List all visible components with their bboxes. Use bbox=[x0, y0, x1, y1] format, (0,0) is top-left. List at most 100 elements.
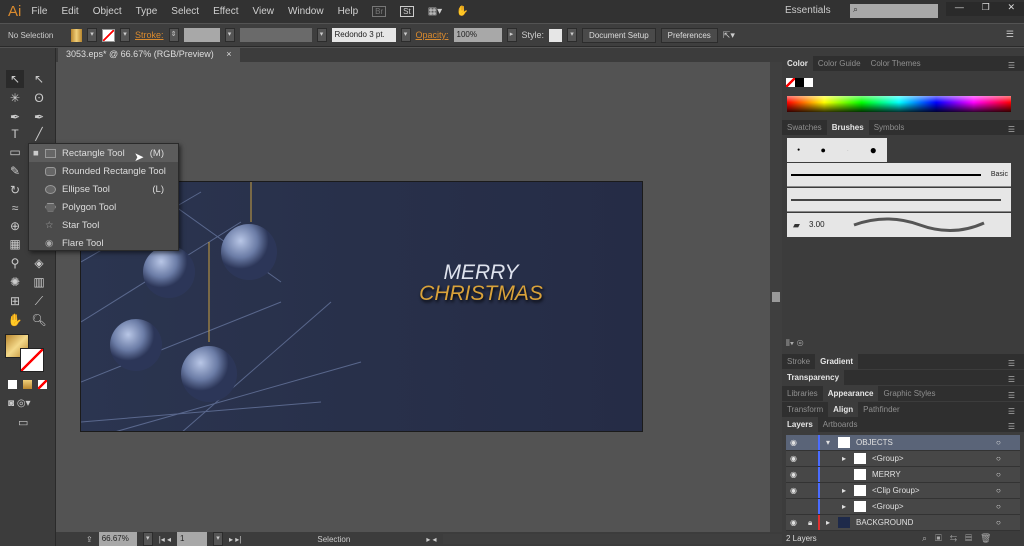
style-swatch[interactable] bbox=[549, 28, 563, 42]
variable-width-field[interactable] bbox=[239, 28, 312, 42]
target-circle-icon[interactable]: ○ bbox=[996, 438, 1001, 447]
target-circle-icon[interactable]: ○ bbox=[996, 470, 1001, 479]
menu-window[interactable]: Window bbox=[288, 6, 324, 17]
type-tool-icon[interactable]: T bbox=[6, 125, 24, 143]
target-circle-icon[interactable]: ○ bbox=[996, 486, 1001, 495]
gradient-mode-button[interactable] bbox=[23, 380, 32, 389]
target-circle-icon[interactable]: ○ bbox=[996, 502, 1001, 511]
restore-button[interactable]: ❐ bbox=[982, 2, 990, 16]
menu-view[interactable]: View bbox=[252, 6, 274, 17]
layer-row[interactable]: ◉ ▸ <Group> ○ bbox=[786, 451, 1020, 467]
pencil-icon[interactable]: ✎ bbox=[6, 162, 24, 180]
menu-select[interactable]: Select bbox=[171, 6, 199, 17]
zoom-field[interactable]: 66.67% bbox=[98, 532, 137, 546]
tab-libraries[interactable]: Libraries bbox=[782, 386, 823, 401]
last-artboard-button[interactable]: ▸ ▸| bbox=[229, 535, 241, 544]
graph-tool-icon[interactable]: ▥ bbox=[30, 273, 48, 291]
expand-toggle-icon[interactable]: ▸ bbox=[826, 518, 830, 527]
selection-tool-icon[interactable]: ↖ bbox=[6, 70, 24, 88]
visibility-eye-icon[interactable]: ◉ bbox=[790, 486, 797, 495]
visibility-eye-icon[interactable]: ◉ bbox=[790, 454, 797, 463]
tab-symbols[interactable]: Symbols bbox=[869, 120, 910, 135]
artboard-number-field[interactable]: 1 bbox=[177, 532, 208, 546]
direct-selection-tool-icon[interactable]: ↖ bbox=[30, 70, 48, 88]
lock-icon[interactable]: 🔒︎ bbox=[808, 518, 812, 528]
line-tool-icon[interactable]: ╱ bbox=[30, 125, 48, 143]
tab-layers[interactable]: Layers bbox=[782, 417, 818, 432]
tab-gradient[interactable]: Gradient bbox=[815, 354, 859, 369]
panel-menu-icon[interactable]: ☰ bbox=[1006, 29, 1014, 40]
layer-row[interactable]: ▸ <Group> ○ bbox=[786, 499, 1020, 515]
stock-icon[interactable]: St bbox=[400, 6, 414, 17]
flyout-rectangle-tool[interactable]: ■ Rectangle Tool (M) bbox=[29, 144, 178, 162]
perspective-grid-icon[interactable]: ▦ bbox=[6, 235, 24, 253]
vertical-scrollbar[interactable] bbox=[770, 62, 782, 532]
brush-charcoal[interactable] bbox=[787, 188, 1011, 212]
flyout-polygon-tool[interactable]: Polygon Tool bbox=[29, 198, 178, 216]
tab-color-guide[interactable]: Color Guide bbox=[813, 56, 866, 71]
tab-transparency[interactable]: Transparency bbox=[782, 370, 845, 385]
stroke-weight-field[interactable] bbox=[183, 28, 220, 42]
flyout-flare-tool[interactable]: ◉ Flare Tool bbox=[29, 234, 178, 252]
visibility-eye-icon[interactable]: ◉ bbox=[790, 438, 797, 447]
tab-brushes[interactable]: Brushes bbox=[826, 120, 869, 135]
search-input[interactable]: ⌕ bbox=[850, 4, 938, 18]
magic-wand-icon[interactable]: ✳ bbox=[6, 89, 24, 107]
preferences-button[interactable]: Preferences bbox=[660, 27, 718, 43]
stroke-swatch[interactable] bbox=[102, 28, 115, 42]
expand-toggle-icon[interactable]: ▸ bbox=[842, 502, 846, 511]
brush-library-icon[interactable]: ⫴▾ ⊚ bbox=[786, 338, 804, 349]
tab-graphic-styles[interactable]: Graphic Styles bbox=[878, 386, 940, 401]
eyedropper-icon[interactable]: ⚲ bbox=[6, 254, 24, 272]
hand-tool-icon[interactable]: ✋ bbox=[6, 311, 24, 329]
shape-builder-icon[interactable]: ⊕ bbox=[6, 217, 24, 235]
menu-effect[interactable]: Effect bbox=[213, 6, 238, 17]
tab-transform[interactable]: Transform bbox=[782, 402, 828, 417]
menu-file[interactable]: File bbox=[31, 6, 47, 17]
tab-stroke[interactable]: Stroke bbox=[782, 354, 815, 369]
lasso-icon[interactable]: ʘ bbox=[30, 89, 48, 107]
menu-edit[interactable]: Edit bbox=[61, 6, 78, 17]
slice-tool-icon[interactable]: ⟋ bbox=[30, 292, 48, 310]
color-swatches-none-black-white[interactable] bbox=[786, 78, 813, 90]
arrange-documents-icon[interactable]: ▦▾ bbox=[428, 6, 442, 17]
color-mode-button[interactable] bbox=[8, 380, 17, 389]
tab-color-themes[interactable]: Color Themes bbox=[866, 56, 926, 71]
menu-type[interactable]: Type bbox=[136, 6, 158, 17]
close-button[interactable]: ✕ bbox=[1008, 2, 1016, 16]
layer-row[interactable]: ◉ 🔒︎ ▸ BACKGROUND ○ bbox=[786, 515, 1020, 531]
flyout-ellipse-tool[interactable]: Ellipse Tool (L) bbox=[29, 180, 178, 198]
brush-basic[interactable]: Basic bbox=[787, 163, 1011, 187]
brush-redondo[interactable]: ▰ 3.00 bbox=[787, 213, 1011, 237]
layer-row[interactable]: ◉ ▸ <Clip Group> ○ bbox=[786, 483, 1020, 499]
brush-definition-field[interactable]: Redondo 3 pt. bbox=[331, 28, 396, 42]
screen-mode-icon[interactable]: ▭ bbox=[18, 416, 28, 429]
tab-color[interactable]: Color bbox=[782, 56, 813, 71]
tab-appearance[interactable]: Appearance bbox=[822, 386, 879, 401]
workspace-switcher[interactable]: Essentials bbox=[785, 5, 831, 16]
tab-align[interactable]: Align bbox=[828, 402, 859, 417]
expand-toggle-icon[interactable]: ▸ bbox=[842, 454, 846, 463]
brush-dabs[interactable]: ● ● · ● bbox=[787, 138, 887, 162]
visibility-eye-icon[interactable]: ◉ bbox=[790, 518, 797, 527]
drawing-mode-icon[interactable]: ◙ ◎▾ bbox=[8, 398, 31, 409]
tab-swatches[interactable]: Swatches bbox=[782, 120, 827, 135]
zoom-tool-icon[interactable]: 🔍︎ bbox=[30, 311, 48, 329]
expand-toggle-icon[interactable]: ▸ bbox=[842, 486, 846, 495]
gpu-performance-icon[interactable]: ✋ bbox=[456, 6, 468, 17]
target-circle-icon[interactable]: ○ bbox=[996, 454, 1001, 463]
current-tool-status[interactable]: Selection bbox=[317, 535, 350, 544]
tab-pathfinder[interactable]: Pathfinder bbox=[858, 402, 904, 417]
stroke-label[interactable]: Stroke: bbox=[135, 30, 164, 40]
curvature-tool-icon[interactable]: ✒ bbox=[30, 108, 48, 126]
close-tab-button[interactable]: × bbox=[226, 49, 231, 59]
status-menu-button[interactable]: ▸ ◂ bbox=[426, 535, 436, 544]
flyout-rounded-rectangle-tool[interactable]: Rounded Rectangle Tool bbox=[29, 162, 178, 180]
share-icon[interactable]: ⇪ bbox=[86, 535, 93, 544]
rectangle-tool-icon[interactable]: ▭ bbox=[6, 143, 24, 161]
pen-tool-icon[interactable]: ✒ bbox=[6, 108, 24, 126]
rotate-tool-icon[interactable]: ↻ bbox=[6, 181, 24, 199]
menu-object[interactable]: Object bbox=[93, 6, 122, 17]
none-mode-button[interactable] bbox=[38, 380, 47, 389]
layer-row[interactable]: ◉ MERRY ○ bbox=[786, 467, 1020, 483]
